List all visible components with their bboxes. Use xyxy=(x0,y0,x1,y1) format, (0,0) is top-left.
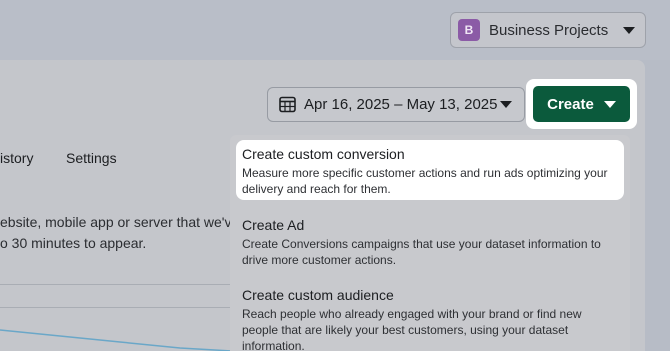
description-line-1: ebsite, mobile app or server that we'v xyxy=(0,214,232,230)
top-bar: B Business Projects xyxy=(0,0,670,60)
menu-item-description: Reach people who already engaged with yo… xyxy=(242,307,582,351)
menu-item-description: Measure more specific customer actions a… xyxy=(242,166,608,196)
chart-gridline xyxy=(0,284,232,285)
business-avatar: B xyxy=(458,19,480,41)
business-account-selector[interactable]: B Business Projects xyxy=(450,12,646,48)
chevron-down-icon xyxy=(500,101,512,108)
date-range-picker[interactable]: Apr 16, 2025 – May 13, 2025 xyxy=(267,87,525,122)
description-line-2: o 30 minutes to appear. xyxy=(0,235,147,251)
date-range-label: Apr 16, 2025 – May 13, 2025 xyxy=(304,96,498,113)
menu-item-title: Create custom conversion xyxy=(242,146,405,162)
chevron-down-icon xyxy=(623,26,635,34)
menu-item-description: Create Conversions campaigns that use yo… xyxy=(242,237,601,267)
create-button-highlight: Create xyxy=(526,79,637,129)
main-panel: Apr 16, 2025 – May 13, 2025 Create istor… xyxy=(0,60,645,351)
business-name: Business Projects xyxy=(489,21,609,39)
chart-gridline xyxy=(0,307,232,308)
create-dropdown-menu: Create custom conversion Measure more sp… xyxy=(230,135,630,351)
chart-series-line xyxy=(0,329,232,351)
menu-item-title: Create Ad xyxy=(242,217,305,233)
menu-item-create-custom-conversion[interactable]: Create custom conversion Measure more sp… xyxy=(236,140,624,200)
menu-item-create-ad[interactable]: Create Ad Create Conversions campaigns t… xyxy=(236,211,624,274)
menu-item-create-custom-audience[interactable]: Create custom audience Reach people who … xyxy=(236,281,624,351)
chevron-down-icon xyxy=(603,100,616,108)
tab-history[interactable]: istory xyxy=(0,150,33,166)
tab-settings[interactable]: Settings xyxy=(66,150,117,166)
calendar-icon xyxy=(279,96,296,113)
create-button-label: Create xyxy=(547,95,594,113)
create-button[interactable]: Create xyxy=(533,86,630,122)
menu-item-title: Create custom audience xyxy=(242,287,394,303)
